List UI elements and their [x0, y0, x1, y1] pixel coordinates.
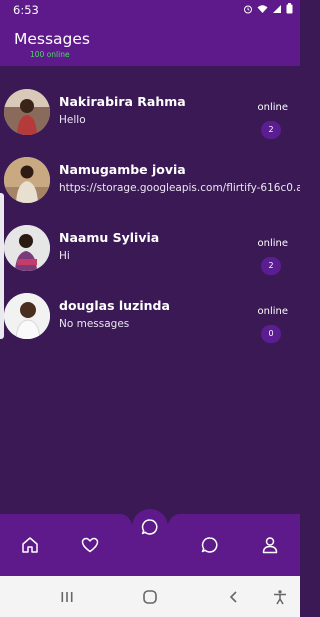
avatar	[4, 157, 50, 203]
avatar	[4, 293, 50, 339]
alarm-icon	[244, 5, 252, 13]
back-icon	[229, 591, 237, 603]
chat-item[interactable]: douglas luzinda No messages online 0	[0, 287, 300, 353]
online-count: 100 online	[30, 50, 70, 59]
chat-item[interactable]: Nakirabira Rahma Hello online 2	[0, 83, 300, 149]
battery-icon	[286, 3, 293, 14]
heart-icon	[81, 537, 99, 553]
message-preview: https://storage.googleapis.com/flirtify-…	[59, 182, 300, 194]
recent-apps-icon	[61, 592, 73, 602]
home-button[interactable]	[135, 584, 165, 610]
back-button[interactable]	[219, 584, 249, 610]
chat-icon	[201, 537, 218, 553]
edge-panel-handle[interactable]	[0, 193, 4, 339]
android-nav-bar	[0, 576, 300, 617]
chat-item[interactable]: Namugambe jovia https://storage.googleap…	[0, 151, 300, 217]
avatar	[4, 225, 50, 271]
nav-messages-active-button[interactable]	[132, 509, 168, 545]
avatar	[4, 89, 50, 135]
contact-name: Nakirabira Rahma	[59, 94, 186, 109]
chat-icon	[141, 519, 158, 535]
unread-badge: 2	[261, 257, 281, 275]
signal-icon	[273, 4, 281, 13]
app-header: Messages 100 online	[0, 20, 300, 66]
online-status: online	[257, 306, 288, 317]
contact-name: Naamu Sylivia	[59, 230, 160, 245]
status-bar: 6:53	[0, 0, 300, 20]
home-icon	[22, 537, 38, 553]
wifi-icon	[257, 4, 268, 13]
nav-home-button[interactable]	[15, 530, 45, 560]
contact-name: Namugambe jovia	[59, 162, 186, 177]
unread-badge: 0	[261, 325, 281, 343]
unread-badge: 2	[261, 121, 281, 139]
accessibility-icon	[274, 590, 286, 605]
chat-item[interactable]: Naamu Sylivia Hi online 2	[0, 219, 300, 285]
status-time: 6:53	[13, 3, 39, 17]
nav-favorites-button[interactable]	[75, 530, 105, 560]
online-status: online	[257, 102, 288, 113]
bottom-nav	[0, 509, 300, 576]
home-circle-icon	[143, 590, 157, 604]
page-title: Messages	[14, 30, 91, 48]
recent-apps-button[interactable]	[52, 584, 82, 610]
nav-profile-button[interactable]	[255, 530, 285, 560]
status-icons	[243, 3, 293, 14]
contact-name: douglas luzinda	[59, 298, 170, 313]
accessibility-button[interactable]	[265, 584, 295, 610]
online-status: online	[257, 238, 288, 249]
nav-chat-button[interactable]	[195, 530, 225, 560]
profile-icon	[262, 537, 278, 554]
